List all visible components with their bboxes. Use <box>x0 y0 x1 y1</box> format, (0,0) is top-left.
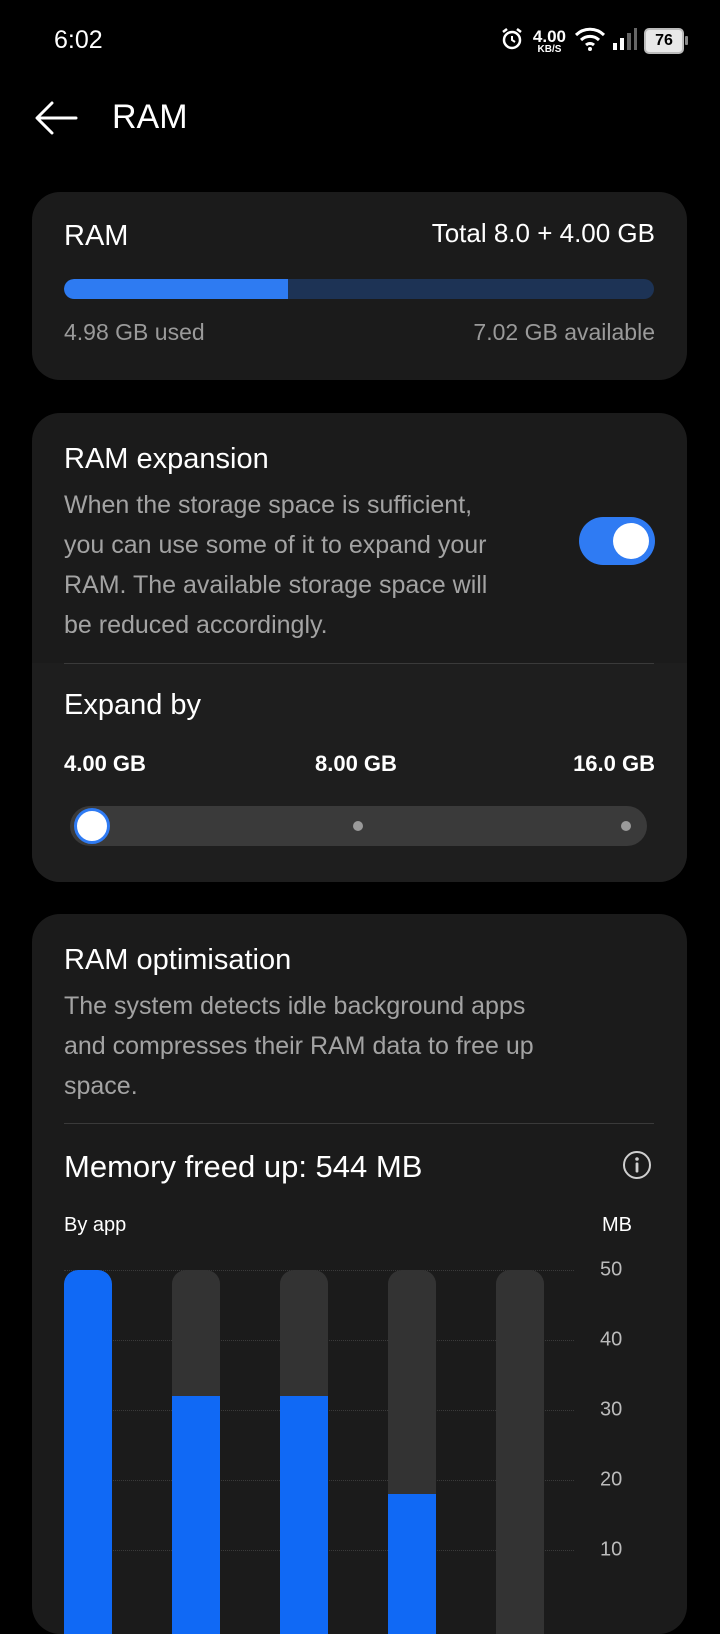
status-icons: 4.00 KB/S 76 <box>499 24 688 58</box>
ram-card-title: RAM <box>64 220 129 252</box>
ram-optimisation-description: The system detects idle background apps … <box>64 986 534 1106</box>
info-icon[interactable] <box>622 1150 652 1180</box>
expand-option-4gb[interactable]: 4.00 GB <box>64 751 146 777</box>
app-bar-track[interactable] <box>496 1270 544 1634</box>
network-speed-value: 4.00 <box>532 26 566 46</box>
back-arrow-icon <box>35 101 78 135</box>
app-bar <box>388 1494 436 1634</box>
toggle-knob <box>613 523 649 559</box>
ram-optimisation-title: RAM optimisation <box>64 944 292 976</box>
app-bar-track[interactable] <box>388 1270 436 1634</box>
network-speed-unit: KB/S <box>537 43 562 55</box>
y-tick-label: 30 <box>600 1398 623 1421</box>
expand-slider[interactable] <box>70 806 647 846</box>
battery-icon: 76 <box>644 28 688 54</box>
app-bar-track[interactable] <box>280 1270 328 1634</box>
status-time: 6:02 <box>54 26 103 54</box>
ram-available: 7.02 GB available <box>473 319 655 345</box>
app-bar <box>280 1396 328 1634</box>
y-tick-label: 20 <box>600 1468 623 1491</box>
y-tick-label: 10 <box>600 1538 623 1561</box>
description-line: When the storage space is sufficient, <box>64 491 473 519</box>
app-bar <box>172 1396 220 1634</box>
divider <box>64 1123 654 1124</box>
ram-total: Total 8.0 + 4.00 GB <box>431 218 655 248</box>
page-title: RAM <box>112 98 188 136</box>
alarm-icon <box>499 26 525 57</box>
app-bar-track[interactable] <box>172 1270 220 1634</box>
description-line: The system detects idle background apps <box>64 992 526 1020</box>
description-line: space. <box>64 1072 138 1100</box>
expand-option-8gb[interactable]: 8.00 GB <box>315 751 397 777</box>
slider-stop-dot <box>621 821 631 831</box>
by-app-label: By app <box>64 1214 127 1236</box>
chart-unit-label: MB <box>602 1214 632 1236</box>
back-button[interactable] <box>30 92 82 144</box>
network-speed: 4.00 KB/S <box>533 28 566 55</box>
slider-handle[interactable] <box>74 808 110 844</box>
y-tick-label: 40 <box>600 1328 623 1351</box>
wifi-icon <box>574 26 606 57</box>
memory-freed-bar-chart: 50 40 30 20 10 <box>64 1259 624 1634</box>
app-bar <box>64 1270 112 1634</box>
memory-freed-label: Memory freed up: 544 MB <box>64 1149 423 1184</box>
expand-by-title: Expand by <box>64 689 202 721</box>
description-line: and compresses their RAM data to free up <box>64 1032 534 1060</box>
ram-expansion-card: RAM expansion When the storage space is … <box>32 413 687 882</box>
ram-expansion-description: When the storage space is sufficient, yo… <box>64 485 487 645</box>
ram-expansion-toggle[interactable] <box>579 517 655 565</box>
slider-stop-dot <box>353 821 363 831</box>
ram-usage-bar-fill <box>64 279 289 299</box>
ram-optimisation-card: RAM optimisation The system detects idle… <box>32 914 687 1634</box>
expand-option-16gb[interactable]: 16.0 GB <box>573 751 655 777</box>
ram-expansion-title: RAM expansion <box>64 443 269 475</box>
app-header: RAM <box>0 80 720 160</box>
description-line: be reduced accordingly. <box>64 611 328 639</box>
expand-by-section: Expand by 4.00 GB 8.00 GB 16.0 GB <box>32 663 687 882</box>
status-bar: 6:02 4.00 KB/S 76 <box>0 0 720 80</box>
ram-usage-bar <box>64 279 654 299</box>
ram-used: 4.98 GB used <box>64 319 205 345</box>
ram-usage-card: RAM Total 8.0 + 4.00 GB 4.98 GB used 7.0… <box>32 192 687 380</box>
divider <box>64 663 654 664</box>
y-tick-label: 50 <box>600 1258 623 1281</box>
description-line: you can use some of it to expand your <box>64 531 487 559</box>
app-bar-track[interactable] <box>64 1270 112 1634</box>
signal-icon <box>612 27 638 56</box>
description-line: RAM. The available storage space will <box>64 571 488 599</box>
